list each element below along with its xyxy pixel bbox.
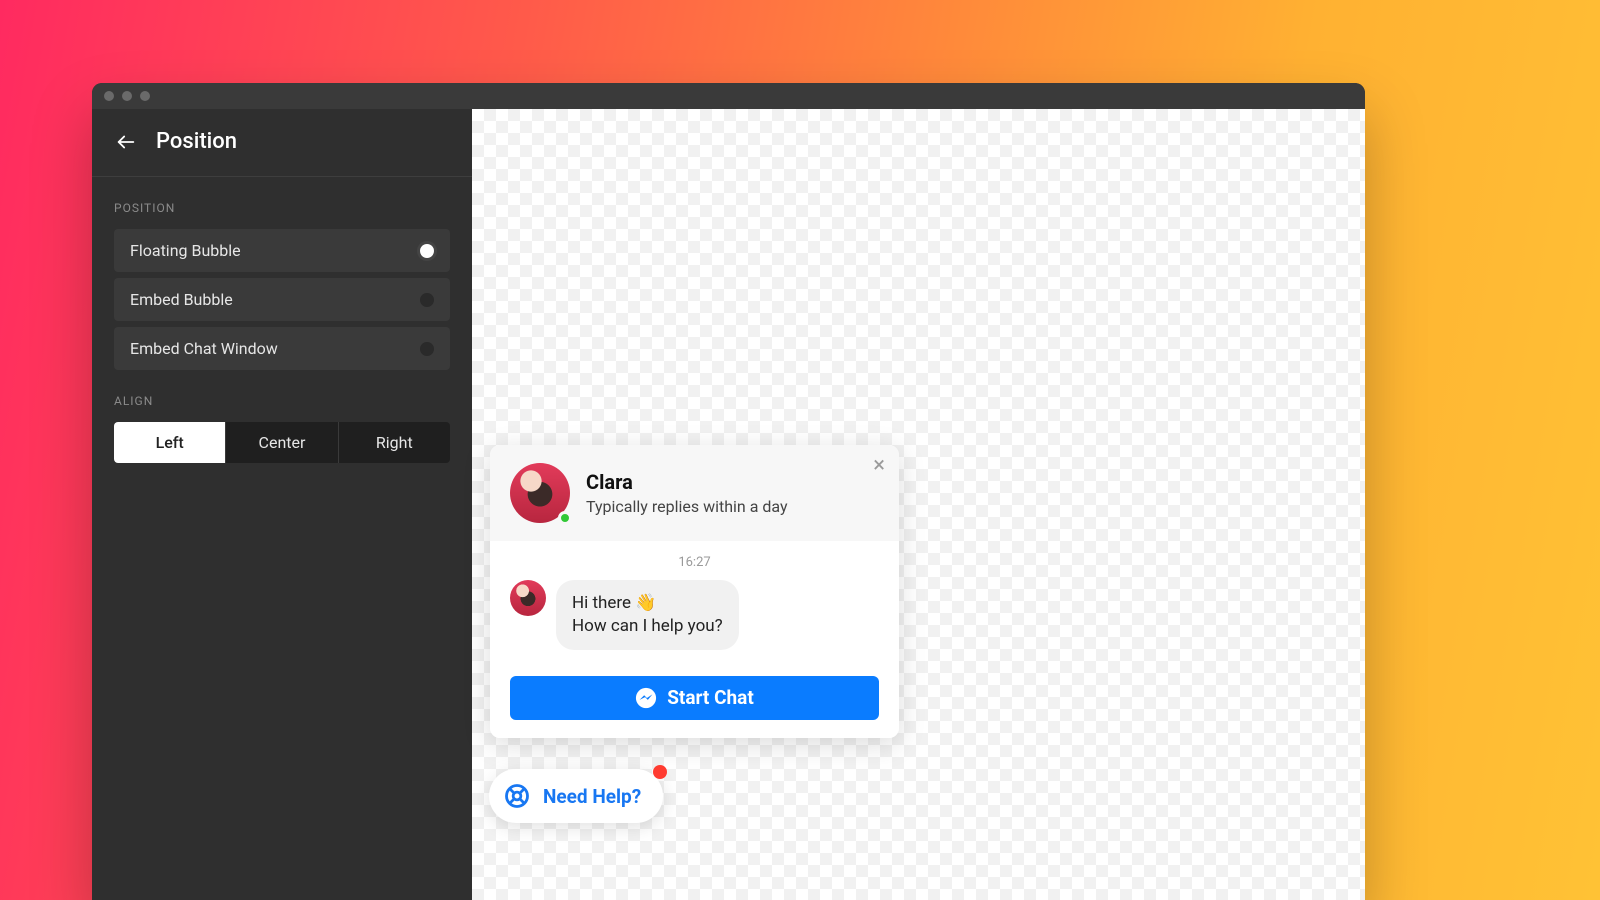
radio-label: Embed Chat Window — [130, 339, 278, 358]
messenger-icon — [635, 687, 657, 709]
chat-message-line2: How can I help you? — [572, 615, 723, 638]
position-section-label: POSITION — [114, 201, 450, 215]
position-radio-group: Floating Bubble Embed Bubble Embed Chat … — [114, 229, 450, 370]
radio-indicator-icon — [420, 293, 434, 307]
avatar — [510, 463, 570, 523]
chat-message-line1: Hi there 👋 — [572, 592, 723, 615]
chat-message-bubble: Hi there 👋 How can I help you? — [556, 580, 739, 650]
align-option-right[interactable]: Right — [339, 422, 450, 463]
chat-reply-subtitle: Typically replies within a day — [586, 497, 788, 516]
close-button[interactable]: × — [873, 455, 885, 477]
position-option-embed-chat-window[interactable]: Embed Chat Window — [114, 327, 450, 370]
sidebar: Position POSITION Floating Bubble Embed … — [92, 109, 472, 900]
radio-label: Embed Bubble — [130, 290, 233, 309]
align-option-center[interactable]: Center — [226, 422, 338, 463]
preview-canvas: × Clara Typically replies within a day 1… — [472, 109, 1365, 900]
start-chat-label: Start Chat — [667, 686, 754, 709]
chat-header: × Clara Typically replies within a day — [490, 445, 899, 541]
window-titlebar — [92, 83, 1365, 109]
chat-agent-name: Clara — [586, 470, 788, 494]
window-dot-min-icon[interactable] — [122, 91, 132, 101]
chat-timestamp: 16:27 — [510, 555, 879, 570]
radio-label: Floating Bubble — [130, 241, 241, 260]
presence-indicator-icon — [558, 511, 572, 525]
app-window: Position POSITION Floating Bubble Embed … — [92, 83, 1365, 900]
window-dot-close-icon[interactable] — [104, 91, 114, 101]
chat-widget-card: × Clara Typically replies within a day 1… — [490, 445, 899, 738]
start-chat-button[interactable]: Start Chat — [510, 676, 879, 720]
arrow-left-icon — [115, 131, 137, 153]
window-dot-max-icon[interactable] — [140, 91, 150, 101]
panel-title: Position — [156, 129, 237, 154]
message-avatar-icon — [510, 580, 546, 616]
align-segmented-control: Left Center Right — [114, 422, 450, 463]
lifebuoy-icon — [503, 782, 531, 810]
chat-body: 16:27 Hi there 👋 How can I help you? — [490, 541, 899, 738]
position-option-floating-bubble[interactable]: Floating Bubble — [114, 229, 450, 272]
back-button[interactable] — [114, 130, 138, 154]
align-section-label: ALIGN — [114, 394, 450, 408]
position-option-embed-bubble[interactable]: Embed Bubble — [114, 278, 450, 321]
need-help-pill[interactable]: Need Help? — [489, 769, 663, 823]
radio-indicator-icon — [420, 342, 434, 356]
notification-dot-icon — [653, 765, 667, 779]
need-help-label: Need Help? — [543, 785, 641, 808]
close-icon: × — [873, 453, 885, 478]
chat-message-row: Hi there 👋 How can I help you? — [510, 580, 879, 650]
radio-indicator-icon — [420, 244, 434, 258]
align-option-left[interactable]: Left — [114, 422, 226, 463]
